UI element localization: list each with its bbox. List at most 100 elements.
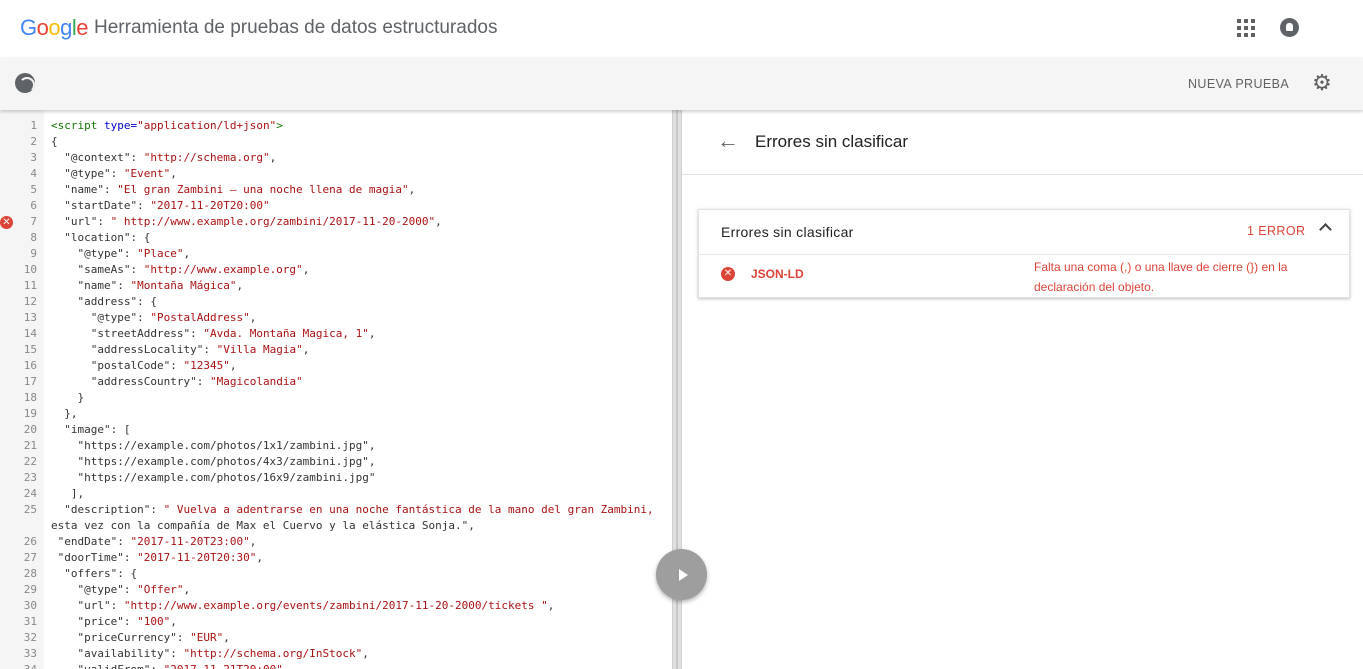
code-text[interactable]: "url": "http://www.example.org/events/za… <box>37 598 555 614</box>
code-line[interactable]: 10 "sameAs": "http://www.example.org", <box>0 262 672 278</box>
line-number: 18 <box>23 391 37 404</box>
code-text[interactable]: "image": [ <box>37 422 130 438</box>
code-line[interactable]: 21 "https://example.com/photos/1x1/zambi… <box>0 438 672 454</box>
code-text[interactable]: "availability": "http://schema.org/InSto… <box>37 646 369 662</box>
code-line[interactable]: 22 "https://example.com/photos/4x3/zambi… <box>0 454 672 470</box>
errors-card-header[interactable]: Errores sin clasificar 1 ERROR <box>699 210 1349 255</box>
code-text[interactable]: "startDate": "2017-11-20T20:00" <box>37 198 269 214</box>
code-text[interactable]: "priceCurrency": "EUR", <box>37 630 230 646</box>
code-text[interactable]: "@type": "Event", <box>37 166 177 182</box>
code-text[interactable]: "https://example.com/photos/1x1/zambini.… <box>37 438 376 454</box>
code-text[interactable]: "description": " Vuelva a adentrarse en … <box>37 502 653 518</box>
code-text[interactable]: "@context": "http://schema.org", <box>37 150 276 166</box>
code-text[interactable]: "https://example.com/photos/16x9/zambini… <box>37 470 376 486</box>
account-icon[interactable] <box>1280 18 1299 37</box>
code-line[interactable]: 26 "endDate": "2017-11-20T23:00", <box>0 534 672 550</box>
error-icon: ✕ <box>721 267 735 281</box>
code-text[interactable]: "offers": { <box>37 566 137 582</box>
code-line[interactable]: 14 "streetAddress": "Avda. Montaña Magic… <box>0 326 672 342</box>
errors-card: Errores sin clasificar 1 ERROR ✕ JSON-LD… <box>698 209 1350 298</box>
logo-letter: G <box>20 15 37 40</box>
code-line[interactable]: 7 "url": " http://www.example.org/zambin… <box>0 214 672 230</box>
code-line[interactable]: 2{ <box>0 134 672 150</box>
code-text[interactable]: "validFrom": "2017-11-21T20:00" <box>37 662 283 669</box>
top-bar: Google Herramienta de pruebas de datos e… <box>0 0 1363 57</box>
apps-icon[interactable] <box>1237 19 1255 37</box>
code-line[interactable]: 8 "location": { <box>0 230 672 246</box>
line-number: 21 <box>23 439 37 452</box>
code-text[interactable]: "postalCode": "12345", <box>37 358 237 374</box>
code-line[interactable]: 28 "offers": { <box>0 566 672 582</box>
code-content[interactable]: 1 <script type="application/ld+json"> 2{3 … <box>0 118 672 669</box>
code-text[interactable]: "streetAddress": "Avda. Montaña Magica, … <box>37 326 376 342</box>
code-line[interactable]: 33 "availability": "http://schema.org/In… <box>0 646 672 662</box>
code-line[interactable]: 9 "@type": "Place", <box>0 246 672 262</box>
line-number: 12 <box>23 295 37 308</box>
code-text[interactable]: "https://example.com/photos/4x3/zambini.… <box>37 454 376 470</box>
code-text[interactable]: } <box>37 390 84 406</box>
new-test-button[interactable]: NUEVA PRUEBA <box>1178 74 1299 94</box>
line-number: 9 <box>30 247 37 260</box>
error-message: Falta una coma (,) o una llave de cierre… <box>1034 260 1288 294</box>
code-line[interactable]: 32 "priceCurrency": "EUR", <box>0 630 672 646</box>
line-number: 29 <box>23 583 37 596</box>
globe-icon[interactable] <box>15 73 35 93</box>
code-line[interactable]: 11 "name": "Montaña Mágica", <box>0 278 672 294</box>
code-line[interactable]: 34 "validFrom": "2017-11-21T20:00" <box>0 662 672 669</box>
code-text[interactable]: <script type="application/ld+json"> <box>37 118 283 134</box>
code-line[interactable]: 4 "@type": "Event", <box>0 166 672 182</box>
code-text[interactable]: "addressLocality": "Villa Magia", <box>37 342 310 358</box>
code-line[interactable]: 16 "postalCode": "12345", <box>0 358 672 374</box>
line-number: 6 <box>30 199 37 212</box>
run-test-button[interactable] <box>656 549 707 600</box>
code-line[interactable]: 19 }, <box>0 406 672 422</box>
line-number: 28 <box>23 567 37 580</box>
line-error-icon[interactable]: ✕ <box>0 216 13 229</box>
code-text[interactable]: { <box>37 134 58 150</box>
code-editor[interactable]: 1 <script type="application/ld+json"> 2{3 … <box>0 110 672 669</box>
code-text[interactable]: "price": "100", <box>37 614 177 630</box>
code-text[interactable]: "@type": "PostalAddress", <box>37 310 257 326</box>
code-text[interactable]: "sameAs": "http://www.example.org", <box>37 262 310 278</box>
code-text[interactable]: ], <box>37 486 84 502</box>
code-line[interactable]: 12 "address": { <box>0 294 672 310</box>
code-text[interactable]: "doorTime": "2017-11-20T20:30", <box>37 550 263 566</box>
code-text[interactable]: "url": " http://www.example.org/zambini/… <box>37 214 442 230</box>
line-number: 23 <box>23 471 37 484</box>
code-line[interactable]: 0esta vez con la compañía de Max el Cuer… <box>0 518 672 534</box>
line-number: 11 <box>23 279 37 292</box>
toolbar: NUEVA PRUEBA ⚙ <box>0 57 1363 110</box>
code-line[interactable]: 3 "@context": "http://schema.org", <box>0 150 672 166</box>
code-line[interactable]: 20 "image": [ <box>0 422 672 438</box>
code-text[interactable]: "location": { <box>37 230 150 246</box>
code-text[interactable]: "@type": "Place", <box>37 246 191 262</box>
code-line[interactable]: 15 "addressLocality": "Villa Magia", <box>0 342 672 358</box>
code-text[interactable]: }, <box>37 406 77 422</box>
code-line[interactable]: 13 "@type": "PostalAddress", <box>0 310 672 326</box>
code-line[interactable]: 27 "doorTime": "2017-11-20T20:30", <box>0 550 672 566</box>
error-type[interactable]: JSON-LD <box>751 267 804 281</box>
gear-icon[interactable]: ⚙ <box>1311 72 1333 94</box>
code-text[interactable]: "name": "Montaña Mágica", <box>37 278 244 294</box>
code-line[interactable]: 23 "https://example.com/photos/16x9/zamb… <box>0 470 672 486</box>
code-line[interactable]: 25 "description": " Vuelva a adentrarse … <box>0 502 672 518</box>
code-text[interactable]: "addressCountry": "Magicolandia" <box>37 374 303 390</box>
code-line[interactable]: 24 ], <box>0 486 672 502</box>
code-line[interactable]: 29 "@type": "Offer", <box>0 582 672 598</box>
code-line[interactable]: 5 "name": "El gran Zambini – una noche l… <box>0 182 672 198</box>
back-arrow-icon[interactable]: ← <box>717 130 739 152</box>
code-text[interactable]: "endDate": "2017-11-20T23:00", <box>37 534 257 550</box>
google-logo[interactable]: Google <box>20 15 89 41</box>
code-text[interactable]: "address": { <box>37 294 157 310</box>
code-text[interactable]: "name": "El gran Zambini – una noche lle… <box>37 182 415 198</box>
code-line[interactable]: 30 "url": "http://www.example.org/events… <box>0 598 672 614</box>
chevron-up-icon[interactable] <box>1319 223 1332 236</box>
code-line[interactable]: 17 "addressCountry": "Magicolandia" <box>0 374 672 390</box>
code-line[interactable]: 18 } <box>0 390 672 406</box>
logo-letter: g <box>60 15 72 40</box>
code-line[interactable]: 6 "startDate": "2017-11-20T20:00" <box>0 198 672 214</box>
code-text[interactable]: esta vez con la compañía de Max el Cuerv… <box>37 518 475 534</box>
code-line[interactable]: 31 "price": "100", <box>0 614 672 630</box>
code-text[interactable]: "@type": "Offer", <box>37 582 191 598</box>
code-line[interactable]: 1 <script type="application/ld+json"> <box>0 118 672 134</box>
